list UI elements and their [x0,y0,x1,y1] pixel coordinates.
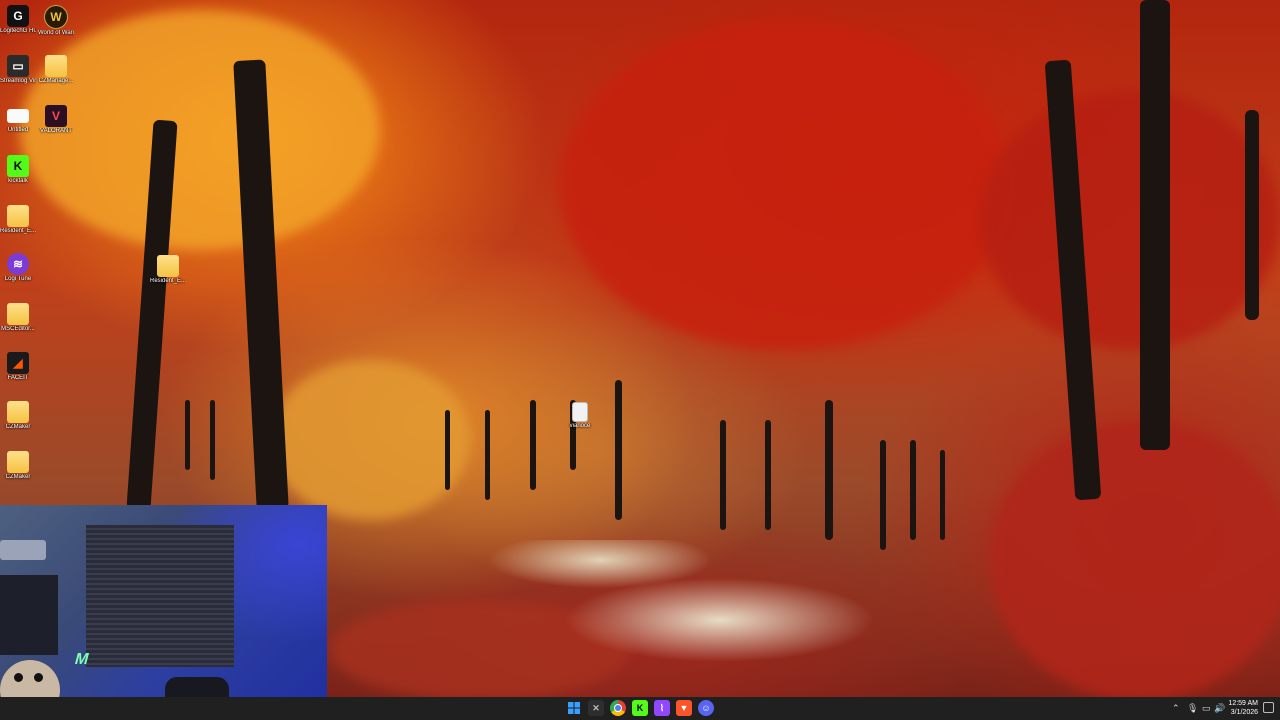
webcam-wall-frame [0,575,58,655]
notification-center-icon[interactable] [1263,702,1274,713]
desktop-icon-logitech-g-hub[interactable]: G LogitechG HUB [0,5,36,35]
volume-icon[interactable]: 🔊 [1214,703,1225,714]
desktop-icon-czmaker-1[interactable]: CZMaker [0,401,36,431]
webcam-overlay: M [0,505,327,720]
folder-icon [7,451,29,473]
taskbar-clock[interactable]: 12:59 AM 3/1/2026 [1228,699,1258,717]
webcam-avatar-eye-left [14,673,23,682]
logi-tune-icon: ≋ [7,253,29,275]
folder-icon [7,401,29,423]
folder-icon [45,55,67,77]
brave-icon: ▼ [679,703,689,713]
taskbar-app-kick[interactable]: K [632,700,648,716]
folder-icon [7,303,29,325]
desktop-icon-world-of-warcraft[interactable]: W World of Warcraft [38,5,74,37]
desktop-icon-logi-tune[interactable]: ≋ Logi Tune [0,253,36,283]
taskbar-app-discord[interactable]: ☺ [698,700,714,716]
text-file-icon [572,402,588,422]
webcam-window-blind [86,525,234,667]
kick-icon: K [636,703,644,713]
document-icon [7,109,29,123]
taskbar-app-xbox[interactable]: ✕ [588,700,604,716]
logitech-g-icon: G [7,5,29,27]
webcam-avatar-eye-right [34,673,43,682]
desktop-icon-streamlog-virtualcam[interactable]: ▭ Streamlog VirtualCam [0,55,36,85]
desktop-icon-kicktalk[interactable]: K kicktalk [0,155,36,185]
desktop-icon-faceit[interactable]: ◢ FACEIT [0,352,36,382]
desktop-icon-valorant[interactable]: V VALORANT [38,105,74,135]
windows-icon [568,702,580,714]
desktop-icon-resident-e-2[interactable]: Resident_E... [150,255,186,285]
desktop-icon-resident-e-1[interactable]: Resident_E... [0,205,36,235]
webcam-air-conditioner [0,540,46,560]
wow-icon: W [44,5,68,29]
taskbar-app-brave[interactable]: ▼ [676,700,692,716]
discord-icon: ☺ [701,703,711,713]
clock-time: 12:59 AM [1228,700,1258,707]
folder-icon [157,255,179,277]
folder-icon [7,205,29,227]
chrome-icon [614,704,622,712]
valorant-icon: V [45,105,67,127]
twitch-icon: ⌇ [659,702,665,713]
microphone-icon[interactable]: 🎙 [1187,703,1198,714]
kicktalk-icon: K [7,155,29,177]
taskbar-app-chrome[interactable] [610,700,626,716]
desktop-icon-untitled[interactable]: Untitled [0,105,36,134]
clock-date: 3/1/2026 [1230,709,1258,716]
xbox-icon: ✕ [592,702,600,713]
desktop-icon-vianoce[interactable]: vianoce [562,402,598,430]
streamlog-icon: ▭ [7,55,29,77]
tray-overflow-chevron-up-icon[interactable]: ⌃ [1172,703,1180,714]
network-icon[interactable]: ▭ [1202,703,1211,714]
taskbar: ✕ K ⌇ ▼ ☺ ⌃ 🎙 ▭ 🔊 12:59 AM 3/1/2026 [0,697,1280,720]
taskbar-app-twitch[interactable]: ⌇ [654,700,670,716]
desktop-icon-czmaker-2[interactable]: CZMaker [0,451,36,481]
start-button[interactable] [566,700,582,716]
desktop-icon-msceditor[interactable]: MSCEditor... [0,303,36,333]
faceit-icon: ◢ [7,352,29,374]
desktop-icon-czmanage[interactable]: CZManage... [38,55,74,85]
